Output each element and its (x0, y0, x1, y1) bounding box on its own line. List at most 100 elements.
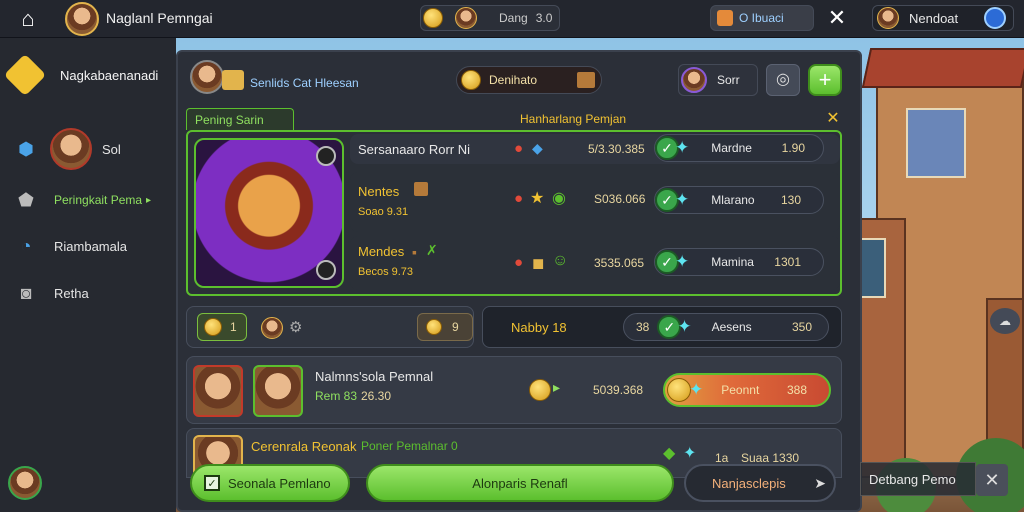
sidebar-avatar (50, 128, 92, 170)
tab-pening[interactable]: Pening Sarin (186, 108, 294, 130)
sidebar-item-retha[interactable]: ◙ Retha (12, 276, 172, 310)
select-button[interactable]: ✓ Seonala Pemlano (190, 464, 350, 502)
sidebar-bottom-avatar[interactable] (8, 466, 42, 500)
sidebar-title: Nagkabaenanadi (60, 67, 159, 83)
confirm-button[interactable]: Alonparis Renafl (366, 464, 674, 502)
header-currency: Denihato (489, 73, 538, 87)
checkbox-icon: ✓ (204, 475, 220, 491)
currency-label: Dang (499, 11, 528, 25)
settings-button[interactable]: ◎ (766, 64, 800, 96)
mid-bar-right: Nabby 18 38 ✓ ✦ Aesens 350 (482, 306, 842, 348)
list-row-value-prefix: 1a (715, 451, 729, 465)
coin-icon (529, 379, 551, 401)
bell-icon (717, 10, 733, 26)
shield-icon (984, 7, 1007, 29)
list-row-title: Cerenrala Reonak (251, 439, 357, 454)
hero-row-value: 5/3.30.385 (588, 142, 645, 156)
hero-row[interactable]: Sersanaaro Rorr Ni ● ◆ 5/3.30.385 ✓ ✦ Mar… (350, 134, 840, 164)
sidebar-item-label: Peringkait Pema (54, 193, 143, 207)
mid-right-label: Aesens (711, 320, 752, 334)
hero-row-button[interactable]: ✓ ✦ Mlarano 130 (654, 186, 824, 214)
hero-row-reward: 1301 (774, 255, 801, 269)
hero-row-sub: Soao 9.31 (358, 206, 409, 218)
right-name: Nendoat (909, 10, 959, 26)
list-row-button[interactable]: ✦ Peonnt 388 (663, 373, 831, 407)
player-avatar[interactable] (65, 2, 99, 36)
notification-pill[interactable]: O Ibuaci (710, 5, 814, 31)
hero-row-btn-label: Mamina (711, 255, 754, 269)
hero-row-name: Sersanaaro Rorr Ni (358, 142, 470, 157)
main-panel: Senlids Cat Hleesan Denihato Sorr ◎ + Pe… (176, 50, 862, 512)
home-icon[interactable]: ⌂ (14, 6, 42, 32)
diamond-icon: ✦ (675, 252, 690, 271)
chip-value: 9 (452, 320, 459, 334)
hero-row[interactable]: Mendes ▪ ✗ Becos 9.73 ● ◼ ☺ 3535.065 ✓ ✦ … (350, 236, 840, 290)
list-row-title: Nalmns'sola Pemnal (315, 369, 434, 384)
list-avatar (193, 365, 243, 417)
cloud-icon[interactable]: ☁ (990, 308, 1020, 334)
hero-badge-icon (316, 146, 336, 166)
gear-icon: ⚙ (289, 319, 303, 336)
right-avatar (877, 7, 899, 29)
top-bar: ⌂ Naglanl Pemngai Dang 3.0 O Ibuaci ✕ Ne… (0, 0, 1024, 38)
mid-right-val: 350 (791, 320, 812, 334)
fire-icon: ● (514, 190, 524, 207)
hero-row-button[interactable]: ✓ ✦ Mamina 1301 (654, 248, 824, 276)
close-icon[interactable]: ✕ (824, 108, 842, 128)
crown-icon (222, 70, 244, 90)
hero-row[interactable]: Nentes Soao 9.31 ● ★ ◉ S036.066 ✓ ✦ Mlara… (350, 172, 840, 232)
currency-value: 3.0 (535, 11, 553, 25)
hero-row-name: Mendes (358, 244, 405, 259)
hero-row-value: 3535.065 (594, 256, 645, 270)
list-row-sub: Rem 83 (315, 389, 358, 403)
sidebar-header[interactable]: Nagkabaenanadi (3, 53, 159, 97)
close-icon[interactable]: ✕ (826, 4, 848, 32)
coin-icon (461, 70, 481, 90)
hero-row-value: S036.066 (594, 192, 646, 206)
panel-header-label: Senlids Cat Hleesan (250, 76, 359, 90)
notification-label: O Ibuaci (739, 11, 784, 25)
currency-avatar (455, 7, 477, 29)
sidebar-item-label: Retha (54, 285, 89, 301)
sidebar-item-peringkat[interactable]: ⬟ Peringkait Pema ▸ (12, 183, 172, 217)
list-row[interactable]: Nalmns'sola Pemnal Rem 83 26.30 ▸ 5039.3… (186, 356, 842, 424)
select-button-label: Seonala Pemlano (228, 475, 331, 491)
hero-row-sub: Becos 9.73 (358, 266, 414, 278)
diamond-icon (3, 53, 47, 97)
header-currency-pill[interactable]: Denihato (456, 66, 602, 94)
currency-pill[interactable]: Dang 3.0 (420, 5, 560, 31)
diamond-icon: ✦ (677, 317, 692, 336)
add-button[interactable]: + (808, 64, 842, 96)
panel-avatar (190, 60, 224, 94)
tab-center-label: Hanharlang Pemjan (520, 112, 627, 126)
chip-gold[interactable]: 9 (417, 313, 473, 341)
diamond-icon: ✦ (683, 445, 697, 462)
secondary-button-label: Nanjasclepis (712, 475, 786, 491)
green-coin-icon: ◉ (552, 190, 566, 207)
arrow-icon: ➤ (814, 474, 826, 491)
leaf-icon: ✗ (426, 242, 438, 258)
chip-green[interactable]: 1 (197, 313, 247, 341)
hero-row-reward: 1.90 (781, 141, 805, 155)
sidebar-item-label: Sol (102, 141, 121, 157)
smile-icon: ☺ (552, 252, 569, 269)
list-row-btn-label: Peonnt (721, 383, 760, 397)
camera-icon: ◙ (20, 282, 32, 303)
close-icon[interactable]: ✕ (976, 464, 1008, 496)
sidebar-item-riambamala[interactable]: ◔ Riambamala (12, 229, 172, 263)
sidebar-item-sol[interactable]: ⬢ Sol (12, 128, 172, 170)
secondary-button[interactable]: Nanjasclepis ➤ (684, 464, 836, 502)
star-icon: ★ (530, 190, 545, 207)
side-panel-label-box[interactable]: Detbang Pemo (860, 462, 976, 496)
hero-portrait[interactable] (194, 138, 344, 288)
hero-row-button[interactable]: ✓ ✦ Mardne 1.90 (654, 134, 824, 162)
fire-icon: ● (514, 254, 524, 271)
list-avatar (253, 365, 303, 417)
hero-row-btn-label: Mardne (711, 141, 752, 155)
header-right-pill[interactable]: Sorr (678, 64, 758, 96)
mid-right-button[interactable]: 38 ✓ ✦ Aesens 350 (623, 313, 829, 341)
shield-icon: ⬢ (18, 138, 34, 159)
chest-icon: ◼ (532, 255, 545, 272)
mid-center-label: Nabby 18 (511, 320, 567, 335)
right-profile-pill[interactable]: Nendoat (872, 5, 1014, 31)
